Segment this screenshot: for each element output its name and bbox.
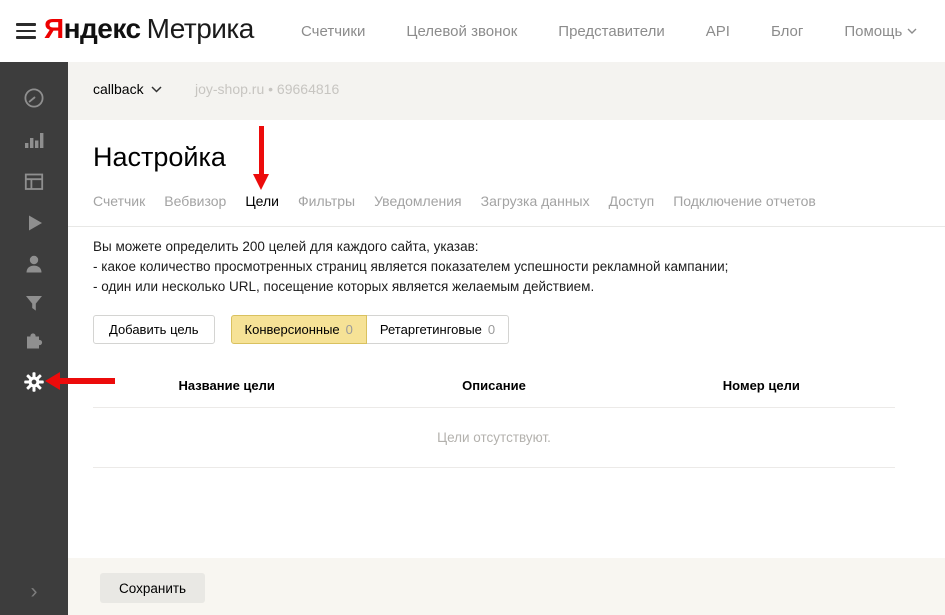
tab-notifications[interactable]: Уведомления xyxy=(374,193,462,209)
left-sidebar: › xyxy=(0,62,68,615)
sidebar-item-dashboard[interactable] xyxy=(0,168,68,196)
column-goal-number: Номер цели xyxy=(628,378,895,393)
chevron-down-icon xyxy=(151,86,162,93)
sidebar-item-reports[interactable] xyxy=(0,126,68,154)
main-content: Настройка Счетчик Вебвизор Цели Фильтры … xyxy=(68,120,945,558)
footer-bar: Сохранить xyxy=(68,558,945,615)
goals-controls: Добавить цель Конверсионные 0 Ретаргетин… xyxy=(93,315,509,344)
toggle-label: Конверсионные xyxy=(245,322,340,337)
toggle-conversion-goals[interactable]: Конверсионные 0 xyxy=(231,315,367,344)
sidebar-item-segments[interactable] xyxy=(0,289,68,317)
logo-brand: ндекс xyxy=(64,13,141,44)
play-icon xyxy=(22,211,46,235)
counter-name: callback xyxy=(93,81,144,97)
table-divider xyxy=(93,467,895,468)
save-button[interactable]: Сохранить xyxy=(100,573,205,603)
nav-blog[interactable]: Блог xyxy=(771,23,803,40)
column-goal-name: Название цели xyxy=(93,378,360,393)
goal-count-badge: 0 xyxy=(488,322,495,337)
goals-empty-state: Цели отсутствуют. xyxy=(93,408,895,467)
chevron-right-icon: › xyxy=(31,580,38,604)
tab-filters[interactable]: Фильтры xyxy=(298,193,355,209)
puzzle-icon xyxy=(22,329,46,353)
top-navigation: Счетчики Целевой звонок Представители AP… xyxy=(301,0,917,62)
sidebar-item-visitors[interactable] xyxy=(0,250,68,278)
speedometer-icon xyxy=(22,86,46,110)
annotation-arrow-down-shaft xyxy=(259,126,264,174)
settings-tabs: Счетчик Вебвизор Цели Фильтры Уведомлени… xyxy=(93,193,816,209)
tab-webvisor[interactable]: Вебвизор xyxy=(164,193,226,209)
goals-table-header: Название цели Описание Номер цели xyxy=(93,378,895,407)
nav-target-call[interactable]: Целевой звонок xyxy=(406,23,517,40)
description-line: Вы можете определить 200 целей для каждо… xyxy=(93,237,728,257)
yandex-metrika-settings-page: ЯндексМетрика Счетчики Целевой звонок Пр… xyxy=(0,0,945,615)
sidebar-item-summary[interactable] xyxy=(0,84,68,112)
tabs-divider xyxy=(68,226,945,227)
toggle-label: Ретаргетинговые xyxy=(380,322,482,337)
goals-description: Вы можете определить 200 целей для каждо… xyxy=(93,237,728,297)
tab-access[interactable]: Доступ xyxy=(609,193,655,209)
nav-representatives[interactable]: Представители xyxy=(558,23,664,40)
add-goal-button[interactable]: Добавить цель xyxy=(93,315,215,344)
annotation-arrow-left-shaft xyxy=(58,378,115,384)
goal-count-badge: 0 xyxy=(346,322,353,337)
goals-table: Название цели Описание Номер цели Цели о… xyxy=(93,378,895,468)
annotation-arrow-down-head xyxy=(253,174,269,190)
logo-product: Метрика xyxy=(147,13,254,44)
counter-site-and-id: joy-shop.ru • 69664816 xyxy=(195,81,339,97)
yandex-metrika-logo[interactable]: ЯндексМетрика xyxy=(44,13,254,45)
chevron-down-icon xyxy=(907,28,917,34)
column-description: Описание xyxy=(360,378,627,393)
tab-counter[interactable]: Счетчик xyxy=(93,193,145,209)
counter-selector[interactable]: callback xyxy=(93,81,162,97)
dashboard-layout-icon xyxy=(22,170,46,194)
user-icon xyxy=(22,252,46,276)
hamburger-menu-icon[interactable] xyxy=(16,23,36,39)
bar-chart-icon xyxy=(22,128,46,152)
description-line: - какое количество просмотренных страниц… xyxy=(93,257,728,277)
sidebar-item-webvisor[interactable] xyxy=(0,209,68,237)
tab-goals[interactable]: Цели xyxy=(245,193,279,209)
counter-bar: callback joy-shop.ru • 69664816 xyxy=(68,62,945,120)
tab-data-upload[interactable]: Загрузка данных xyxy=(481,193,590,209)
sidebar-expand-chevron[interactable]: › xyxy=(0,579,68,605)
page-title: Настройка xyxy=(93,142,226,173)
logo-letter: Я xyxy=(44,13,64,44)
tab-reports-connection[interactable]: Подключение отчетов xyxy=(673,193,816,209)
filter-icon xyxy=(22,291,46,315)
gear-icon xyxy=(21,369,47,395)
goal-type-toggle-group: Конверсионные 0 Ретаргетинговые 0 xyxy=(231,315,510,344)
nav-counters[interactable]: Счетчики xyxy=(301,23,365,40)
toggle-retargeting-goals[interactable]: Ретаргетинговые 0 xyxy=(367,315,509,344)
nav-api[interactable]: API xyxy=(706,23,730,40)
nav-help[interactable]: Помощь xyxy=(844,23,917,40)
description-line: - один или несколько URL, посещение кото… xyxy=(93,277,728,297)
top-bar: ЯндексМетрика Счетчики Целевой звонок Пр… xyxy=(0,0,945,62)
sidebar-item-integrations[interactable] xyxy=(0,327,68,355)
